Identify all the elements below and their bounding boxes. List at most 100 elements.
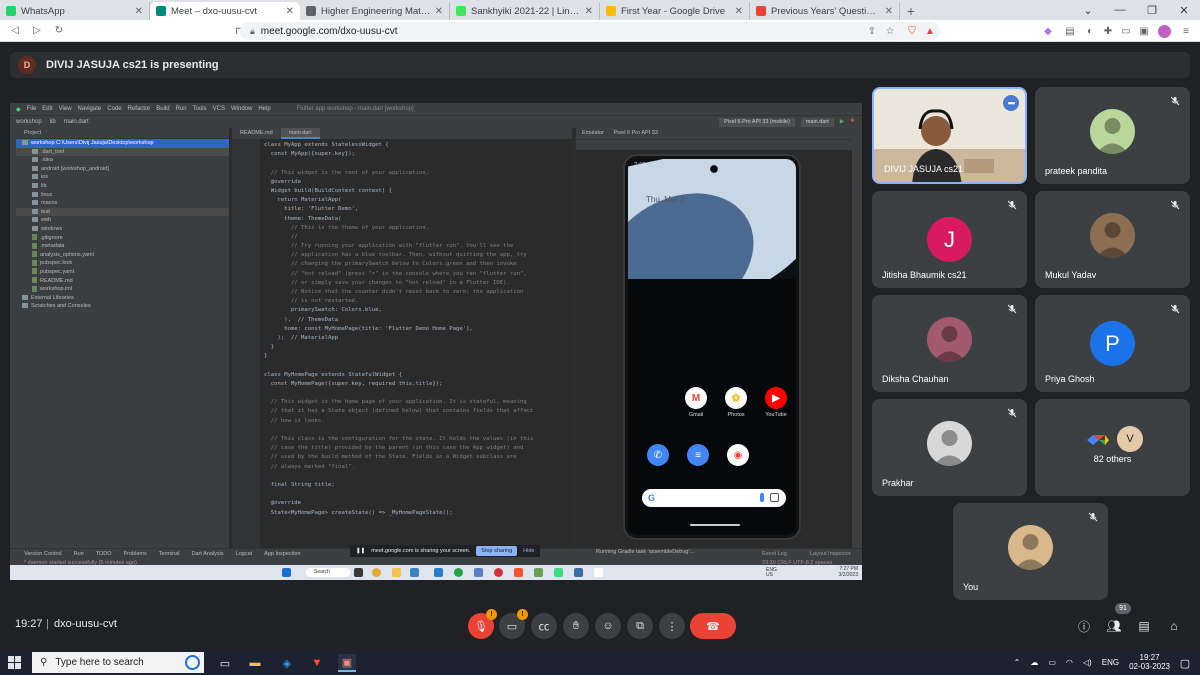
meet-app-icon[interactable]: ▣	[338, 654, 356, 672]
ide-tool-tab: TODO	[95, 551, 112, 557]
file-explorer-icon[interactable]: ▬	[246, 654, 264, 672]
close-icon[interactable]: ✕	[885, 6, 893, 17]
ide-menu-item: Build	[156, 106, 170, 112]
present-button[interactable]: ⧉	[627, 613, 653, 639]
participant-name: Diksha Chauhan	[882, 374, 949, 384]
omnibox[interactable]: 🔒︎ meet.google.com/dxo-uusu-cvt	[240, 22, 940, 40]
tree-row: workshop C:\Users\Divij Jasuja\Desktop\w…	[10, 139, 229, 148]
people-icon[interactable]: 👥︎	[1106, 618, 1122, 634]
participant-name: DIVIJ JASUJA cs21	[884, 164, 964, 174]
ide-tool-tab: Dart Analysis	[191, 551, 224, 557]
back-icon[interactable]: ◁	[4, 20, 26, 42]
close-icon[interactable]: ✕	[286, 6, 294, 17]
participant-name: You	[963, 582, 979, 592]
chevron-down-icon[interactable]: ⌄	[1072, 0, 1104, 20]
task-view-icon[interactable]: ▭	[216, 654, 234, 672]
participant-tile[interactable]: ••• DIVIJ JASUJA cs21	[872, 87, 1027, 184]
tree-row: .metadata	[10, 242, 229, 251]
tree-row: windows	[10, 225, 229, 234]
participant-tile[interactable]: P Priya Ghosh	[1035, 295, 1190, 392]
tree-label: External Libraries	[31, 294, 74, 301]
extension-icon[interactable]: ◆	[1040, 23, 1056, 39]
battery-icon[interactable]: ▭	[1048, 658, 1056, 667]
participant-tile[interactable]: prateek pandita	[1035, 87, 1190, 184]
tree-label: Scratches and Consoles	[31, 303, 91, 310]
taskbar-search-box[interactable]: ⚲ Type here to search	[32, 652, 204, 673]
more-options-icon[interactable]: •••	[1003, 95, 1019, 111]
avatar	[1090, 109, 1135, 154]
code-line: const MyApp({super.key});	[264, 151, 355, 158]
volume-icon[interactable]: ◁)	[1083, 658, 1092, 667]
file-icon	[32, 242, 37, 249]
activities-icon[interactable]: ⌂	[1166, 618, 1182, 634]
info-icon[interactable]: ⓘ	[1076, 618, 1092, 634]
photos-app-icon: ✿	[725, 387, 747, 409]
favicon-icon	[606, 6, 616, 16]
mic-off-button[interactable]: 🎙︎ !	[468, 609, 497, 639]
cloud-icon[interactable]: ☁	[1030, 658, 1038, 667]
puzzle-icon[interactable]: ✚	[1100, 23, 1116, 39]
participant-tile[interactable]: V 82 others	[1035, 399, 1190, 496]
browser-tab[interactable]: Previous Years' Question Papers - BSc ✕	[750, 2, 900, 20]
forward-icon[interactable]: ▷	[26, 20, 48, 42]
tree-row: Scratches and Consoles	[10, 302, 229, 311]
leave-call-button[interactable]: ☎︎	[690, 613, 736, 639]
more-options-button[interactable]: ⋮	[659, 613, 685, 639]
browser-tab[interactable]: Meet – dxo-uusu-cvt ✕	[150, 2, 300, 20]
close-icon[interactable]: ✕	[585, 6, 593, 17]
brave-icon[interactable]: ▼	[308, 654, 326, 672]
code-line: // Try running your application with "fl…	[264, 243, 514, 250]
cortana-icon[interactable]	[185, 655, 200, 670]
extension-icon[interactable]: ▤	[1062, 23, 1078, 39]
brave-rewards-icon[interactable]: ▲	[922, 23, 938, 39]
taskbar-clock[interactable]: 19:27 02-03-2023	[1129, 653, 1170, 671]
wifi-icon[interactable]: ◠	[1066, 658, 1073, 667]
files-icon	[392, 568, 401, 577]
participant-tile[interactable]: J Jitisha Bhaumik cs21	[872, 191, 1027, 288]
browser-tab[interactable]: Sankhyiki 2021-22 | Linktree ✕	[450, 2, 600, 20]
maximize-icon[interactable]: ❐	[1136, 0, 1168, 20]
minimize-icon[interactable]: —	[1104, 0, 1136, 20]
participant-tile[interactable]: Mukul Yadav	[1035, 191, 1190, 288]
chevron-up-icon[interactable]: ⌃	[1014, 658, 1021, 667]
participant-tile[interactable]: Prakhar	[872, 399, 1027, 496]
browser-tab[interactable]: WhatsApp ✕	[0, 2, 150, 20]
close-icon[interactable]: ✕	[735, 6, 743, 17]
star-icon[interactable]: ☆	[882, 23, 898, 39]
language-indicator[interactable]: ENG	[1102, 658, 1119, 667]
notifications-icon[interactable]: ▢	[1176, 654, 1194, 672]
extension-icon[interactable]: ◐	[1082, 23, 1098, 39]
folder-icon	[32, 225, 38, 231]
folder-icon	[32, 208, 38, 214]
gesture-bar	[690, 524, 740, 526]
new-tab-icon[interactable]: +	[900, 2, 922, 20]
windows-start-icon[interactable]	[8, 656, 21, 669]
project-tree: workshop C:\Users\Divij Jasuja\Desktop\w…	[10, 139, 229, 311]
raise-hand-button[interactable]: ✋︎	[563, 613, 589, 639]
folder-icon	[32, 217, 38, 223]
reactions-button[interactable]: ☺	[595, 613, 621, 639]
close-icon[interactable]: ✕	[435, 6, 443, 17]
event-log: Event Log	[762, 551, 787, 557]
participant-tile[interactable]: Diksha Chauhan	[872, 295, 1027, 392]
close-icon[interactable]: ✕	[1168, 0, 1200, 20]
captions-button[interactable]: ㏄	[531, 613, 557, 639]
reload-icon[interactable]: ↻	[48, 20, 70, 42]
menu-icon[interactable]: ≡	[1178, 23, 1194, 39]
shared-windows-taskbar: Search ENG US 7:27 PM 3/2/2023	[10, 565, 862, 580]
participant-tile[interactable]: You	[953, 503, 1108, 600]
browser-tab[interactable]: First Year - Google Drive ✕	[600, 2, 750, 20]
camera-button[interactable]: ▭ !	[499, 609, 528, 639]
sidebar-icon[interactable]: ▭	[1118, 23, 1134, 39]
share-icon[interactable]: ⇪	[864, 23, 880, 39]
code-line: //	[264, 233, 298, 240]
close-icon[interactable]: ✕	[135, 6, 143, 17]
chat-icon[interactable]: ▤	[1136, 618, 1152, 634]
wallet-icon[interactable]: ▣	[1136, 23, 1152, 39]
vscode-icon[interactable]: ◈	[278, 654, 296, 672]
profile-avatar[interactable]	[1156, 23, 1172, 39]
brave-shield-icon[interactable]: ⛉	[904, 23, 920, 39]
ide-tool-tab: Version Control	[24, 551, 62, 557]
browser-tab[interactable]: Higher Engineering Mathematics BS G ✕	[300, 2, 450, 20]
